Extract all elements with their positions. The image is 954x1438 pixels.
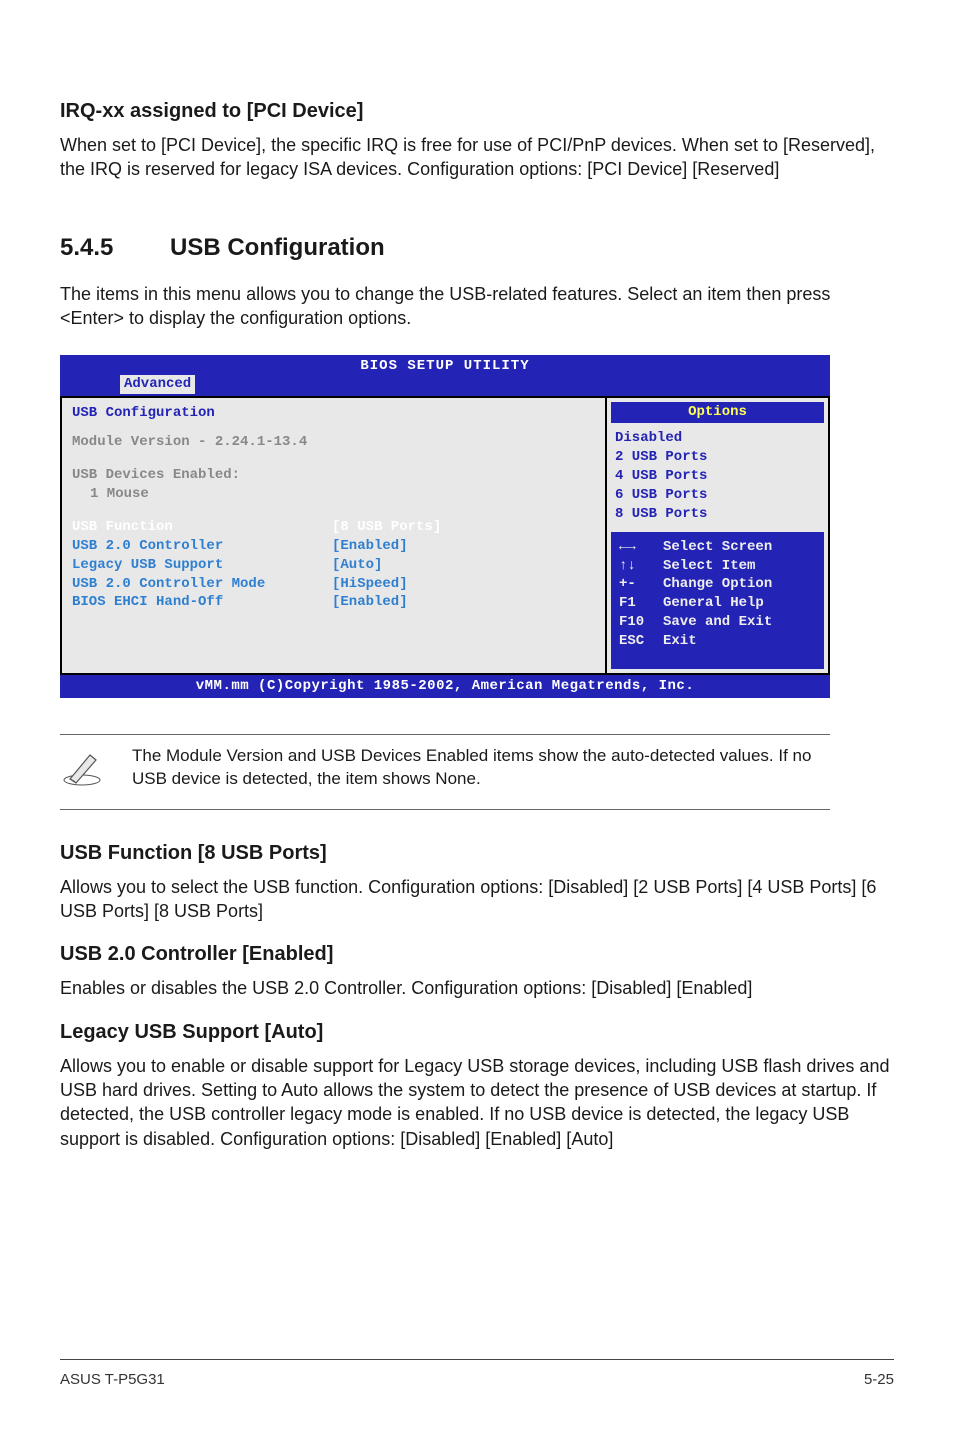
key-desc: Select Item (663, 557, 755, 576)
key: F1 (619, 594, 663, 613)
bios-screenshot: BIOS SETUP UTILITY Advanced USB Configur… (60, 355, 830, 698)
key: +- (619, 575, 663, 594)
body-legacy-usb: Allows you to enable or disable support … (60, 1054, 894, 1151)
bios-row-legacy-usb: Legacy USB Support [Auto] (72, 556, 595, 575)
key: ←→ (619, 538, 663, 557)
bios-left-header: USB Configuration (72, 404, 595, 423)
key: ↑↓ (619, 557, 663, 576)
bios-options-header: Options (611, 402, 824, 423)
bios-option: 6 USB Ports (615, 486, 820, 505)
bios-device-mouse: 1 Mouse (72, 485, 595, 504)
bios-options-list: Disabled 2 USB Ports 4 USB Ports 6 USB P… (607, 427, 828, 527)
heading-5-4-5: 5.4.5USB Configuration (60, 232, 894, 264)
bios-right-panel: Options Disabled 2 USB Ports 4 USB Ports… (605, 396, 830, 675)
bios-left-panel: USB Configuration Module Version - 2.24.… (60, 396, 605, 675)
footer-left: ASUS T-P5G31 (60, 1370, 165, 1390)
heading-number: 5.4.5 (60, 232, 170, 264)
bios-option: 8 USB Ports (615, 505, 820, 524)
note-box: The Module Version and USB Devices Enabl… (60, 734, 830, 810)
body-irq: When set to [PCI Device], the specific I… (60, 133, 894, 182)
heading-usb-function: USB Function [8 USB Ports] (60, 840, 894, 867)
key-desc: General Help (663, 594, 764, 613)
body-intro: The items in this menu allows you to cha… (60, 282, 894, 331)
bios-option: 4 USB Ports (615, 467, 820, 486)
bios-title: BIOS SETUP UTILITY (60, 355, 830, 376)
bios-label: USB 2.0 Controller Mode (72, 575, 332, 594)
bios-row-usb-function: USB Function [8 USB Ports] (72, 518, 595, 537)
pencil-icon (60, 745, 104, 795)
key: ESC (619, 632, 663, 651)
bios-value: [Enabled] (332, 593, 408, 612)
bios-row-usb2-mode: USB 2.0 Controller Mode [HiSpeed] (72, 575, 595, 594)
bios-row-usb2-controller: USB 2.0 Controller [Enabled] (72, 537, 595, 556)
bios-key-help: ←→Select Screen ↑↓Select Item +-Change O… (611, 532, 824, 669)
heading-legacy-usb: Legacy USB Support [Auto] (60, 1019, 894, 1046)
bios-option: Disabled (615, 429, 820, 448)
bios-label: BIOS EHCI Hand-Off (72, 593, 332, 612)
note-text: The Module Version and USB Devices Enabl… (132, 745, 822, 791)
key-desc: Change Option (663, 575, 772, 594)
bios-tabs: Advanced (60, 375, 830, 396)
key: F10 (619, 613, 663, 632)
bios-tab-advanced: Advanced (120, 375, 195, 394)
heading-title: USB Configuration (170, 234, 385, 261)
key-desc: Select Screen (663, 538, 772, 557)
bios-label: Legacy USB Support (72, 556, 332, 575)
bios-label: USB 2.0 Controller (72, 537, 332, 556)
body-usb-function: Allows you to select the USB function. C… (60, 875, 894, 924)
bios-option: 2 USB Ports (615, 448, 820, 467)
bios-value: [8 USB Ports] (332, 518, 441, 537)
bios-value: [Enabled] (332, 537, 408, 556)
body-usb2-controller: Enables or disables the USB 2.0 Controll… (60, 976, 894, 1000)
key-desc: Save and Exit (663, 613, 772, 632)
bios-label: USB Function (72, 518, 332, 537)
bios-row-ehci: BIOS EHCI Hand-Off [Enabled] (72, 593, 595, 612)
heading-usb2-controller: USB 2.0 Controller [Enabled] (60, 941, 894, 968)
bios-footer: vMM.mm (C)Copyright 1985-2002, American … (60, 675, 830, 698)
bios-value: [HiSpeed] (332, 575, 408, 594)
key-desc: Exit (663, 632, 697, 651)
heading-irq: IRQ-xx assigned to [PCI Device] (60, 98, 894, 125)
footer-right: 5-25 (864, 1370, 894, 1390)
bios-devices-header: USB Devices Enabled: (72, 466, 595, 485)
page-footer: ASUS T-P5G31 5-25 (60, 1359, 894, 1390)
bios-module-version: Module Version - 2.24.1-13.4 (72, 433, 595, 452)
bios-value: [Auto] (332, 556, 382, 575)
